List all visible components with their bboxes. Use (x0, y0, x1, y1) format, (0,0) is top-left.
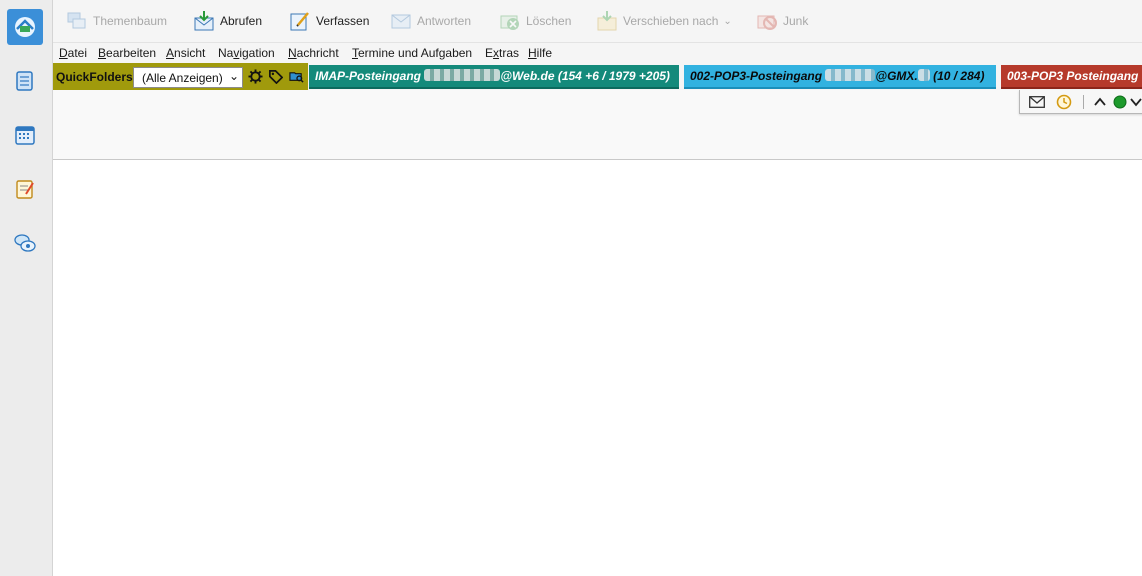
chevron-up-icon (1094, 97, 1106, 106)
spaces-toolbar (0, 0, 53, 576)
threads-button[interactable]: Themenbaum (66, 6, 167, 36)
gear-icon (248, 69, 263, 84)
envelope-icon (1029, 96, 1045, 108)
chevron-down-icon (1130, 98, 1142, 107)
write-button[interactable]: Verfassen (289, 6, 369, 36)
calendar-icon (15, 126, 35, 145)
move-to-label: Verschieben nach (623, 14, 719, 28)
quickfolder-tab-pop3-inbox-3[interactable]: 003-POP3 Posteingang (1001, 65, 1142, 89)
quickfolders-panel: QuickFolders (Alle Anzeigen) ⌄ (53, 63, 308, 90)
menu-termine[interactable]: Termine und Aufgaben (352, 46, 472, 60)
redacted-email (825, 69, 876, 81)
delete-icon (499, 10, 521, 32)
get-messages-button[interactable]: Abrufen (193, 6, 262, 36)
menu-datei[interactable]: Datei (59, 46, 87, 60)
threads-label: Themenbaum (93, 14, 168, 28)
main-toolbar: Themenbaum Abrufen Verfassen Antworten L… (53, 0, 1142, 42)
space-address-book-button[interactable] (7, 63, 43, 99)
quickfolder-tab-imap-inbox[interactable]: IMAP-Posteingang @Web.de (154 +6 / 1979 … (309, 65, 679, 89)
menubar: Datei Bearbeiten Ansicht Navigation Nach… (53, 42, 1142, 63)
space-tasks-button[interactable] (7, 171, 43, 207)
delete-label: Löschen (526, 14, 572, 28)
tag-icon (269, 70, 283, 84)
address-book-icon (16, 71, 33, 91)
reply-label: Antworten (417, 14, 472, 28)
folder-header-area (53, 90, 1142, 160)
chevron-down-icon: ⌄ (723, 15, 732, 27)
space-mail-button[interactable] (7, 9, 43, 45)
junk-icon (756, 10, 778, 32)
quickfolders-settings-button[interactable] (247, 68, 264, 85)
quickfolders-toolbar: QuickFolders (Alle Anzeigen) ⌄ IMAP-Post… (53, 63, 1142, 90)
menu-extras[interactable]: Extras (485, 46, 519, 60)
quickfolder-tab-pop3-gmx-inbox[interactable]: 002-POP3-Posteingang @GMX. (10 / 284) (684, 65, 996, 89)
mail-icon (15, 17, 35, 37)
tasks-icon (16, 180, 34, 199)
menu-navigation[interactable]: Navigation (218, 46, 275, 60)
reading-list-button[interactable] (1055, 93, 1073, 111)
delete-button[interactable]: Löschen (499, 6, 571, 36)
folder-search-icon (289, 72, 304, 83)
space-calendar-button[interactable] (7, 117, 43, 153)
quickfolders-folder-tool-button[interactable] (288, 68, 305, 85)
threads-icon (66, 10, 88, 32)
junk-button[interactable]: Junk (756, 6, 808, 36)
write-label: Verfassen (316, 14, 370, 28)
reply-icon (390, 10, 412, 32)
chat-icon (14, 234, 36, 252)
toolbar-separator (1083, 95, 1084, 109)
move-to-icon (596, 10, 618, 32)
get-messages-icon (193, 10, 215, 32)
redacted-email (424, 69, 501, 81)
get-messages-label: Abrufen (220, 14, 263, 28)
redacted-domain (917, 69, 930, 81)
junk-label: Junk (783, 14, 809, 28)
menu-bearbeiten[interactable]: Bearbeiten (98, 46, 156, 60)
mail-button[interactable] (1028, 93, 1046, 111)
write-icon (289, 10, 311, 32)
quickfolders-current-folder-toolbar (1019, 90, 1142, 114)
parent-folder-button[interactable] (1091, 93, 1109, 111)
chevron-down-icon: ⌄ (228, 69, 239, 83)
quickfolders-tag-button[interactable] (267, 68, 284, 85)
menu-ansicht[interactable]: Ansicht (166, 46, 205, 60)
move-to-button[interactable]: Verschieben nach ⌄ (596, 6, 732, 36)
reply-button[interactable]: Antworten (390, 6, 471, 36)
status-dot-icon (1113, 95, 1127, 109)
menu-hilfe[interactable]: Hilfe (528, 46, 552, 60)
expand-button[interactable] (1127, 93, 1142, 111)
space-chat-button[interactable] (7, 225, 43, 261)
category-filter-select[interactable]: (Alle Anzeigen) ⌄ (133, 67, 243, 88)
clock-icon (1056, 94, 1072, 110)
quickfolders-label: QuickFolders (56, 70, 133, 84)
menu-nachricht[interactable]: Nachricht (288, 46, 339, 60)
message-content-area (53, 161, 1142, 576)
